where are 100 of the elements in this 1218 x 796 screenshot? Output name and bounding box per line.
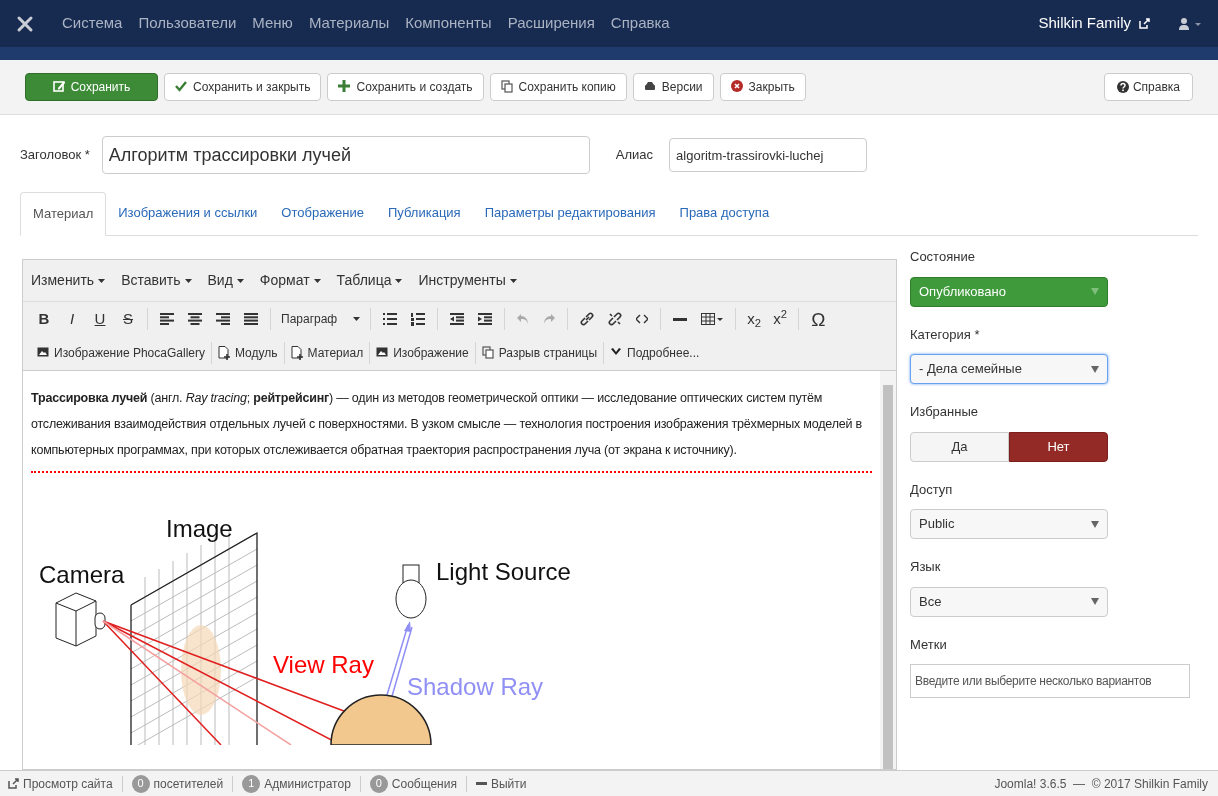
scrollbar[interactable] — [880, 371, 896, 769]
field-label: Метки — [910, 635, 948, 654]
bullet-list-icon[interactable] — [383, 313, 398, 325]
help-button[interactable]: Справка — [1103, 73, 1193, 101]
table-icon[interactable] — [701, 313, 724, 325]
editor-menu[interactable]: Таблица — [336, 270, 403, 291]
indent-icon[interactable] — [478, 313, 493, 325]
nav-menu-item[interactable]: Система — [62, 12, 123, 35]
format-button[interactable]: B — [31, 306, 57, 332]
caret-icon — [313, 278, 321, 283]
document-plus-icon — [217, 346, 230, 360]
field-label: Состояние — [910, 248, 976, 266]
external-link-icon — [1139, 18, 1150, 29]
tab[interactable]: Изображения и ссылки — [106, 191, 270, 235]
caret-icon — [1091, 365, 1099, 373]
picture-icon — [376, 346, 389, 360]
toggle-option[interactable]: Нет — [1009, 431, 1108, 462]
script-format-button[interactable]: x$_{2}$ — [742, 306, 767, 332]
edit-icon — [52, 80, 65, 94]
status-bar-link[interactable]: Просмотр сайта — [8, 774, 113, 793]
insert-button[interactable]: Материал — [284, 344, 370, 362]
dropdown[interactable]: - Дела семейные — [910, 354, 1108, 384]
alias-field[interactable]: algoritm-trassirovki-luchej — [669, 138, 868, 172]
status-bar-link[interactable]: 0 посетителей — [131, 774, 224, 793]
count-badge: 0 — [131, 774, 150, 793]
copy-icon — [481, 346, 494, 360]
editor-menu[interactable]: Формат — [259, 270, 321, 291]
link-icon[interactable] — [580, 312, 595, 326]
tags-field[interactable]: Введите или выберите несколько вариантов — [910, 664, 1190, 698]
user-icon[interactable] — [1178, 16, 1202, 31]
article-paragraph: Трассировка лучей (англ. Ray tracing; рейтрейсинг) — один из методов геометрической оптики — исследование оптических систем путём отслеживания взаимодействия отдельных лучей с поверхностями. В узком смысле — технология построения изображения трёхмерных моделей в компьютерных программах, при которых отслеживается обратная траектория распространения луча (от экрана к источнику). — [31, 390, 863, 459]
view-ray-label: View Ray — [273, 651, 374, 678]
nav-menu-item[interactable]: Расширения — [507, 12, 595, 35]
image-label: Image — [166, 515, 233, 542]
align-right-icon[interactable] — [216, 313, 230, 325]
toolbar-button[interactable]: Сохранить копию — [489, 73, 627, 101]
status-bar-link[interactable]: 1 Администратор — [242, 774, 351, 793]
editor-menu[interactable]: Вставить — [121, 270, 192, 291]
shadow-ray-label: Shadow Ray — [407, 673, 544, 700]
field-label: Категория * — [910, 325, 981, 344]
toolbar-button[interactable]: Версии — [632, 73, 714, 101]
insert-button[interactable]: Разрыв страницы — [475, 344, 604, 362]
editor-menu[interactable]: Изменить — [31, 270, 106, 291]
tab[interactable]: Отображение — [269, 191, 376, 235]
camera-label: Camera — [39, 561, 125, 588]
insert-button[interactable]: Изображение — [370, 344, 475, 362]
paragraph-format-dropdown[interactable]: Параграф — [277, 310, 365, 328]
special-character-button[interactable]: Ω — [805, 306, 832, 332]
status-bar-link[interactable]: Выйти — [475, 774, 527, 793]
insert-button[interactable]: Подробнее... — [604, 344, 706, 362]
caret-icon — [509, 278, 517, 283]
user-name-link[interactable]: Shilkin Family — [1038, 12, 1131, 35]
toolbar-button[interactable]: Закрыть — [719, 73, 806, 101]
help-icon — [1116, 81, 1129, 93]
dropdown[interactable]: Public — [910, 509, 1108, 539]
format-button[interactable]: I — [59, 306, 85, 332]
toggle-option[interactable]: Да — [910, 431, 1009, 462]
status-bar-link[interactable]: 0 Сообщения — [369, 774, 457, 793]
count-badge: 1 — [242, 774, 261, 793]
toolbar-button[interactable]: Сохранить и создать — [327, 73, 484, 101]
toolbar-button[interactable]: Сохранить — [25, 73, 158, 101]
script-format-button[interactable]: x$^{2}$ — [768, 306, 793, 332]
code-icon[interactable] — [636, 314, 649, 324]
align-center-icon[interactable] — [188, 313, 202, 325]
light-source-label: Light Source — [436, 558, 571, 585]
align-justify-icon[interactable] — [244, 313, 258, 325]
field-label: Язык — [910, 558, 942, 576]
dropdown[interactable]: Все — [910, 586, 1108, 617]
caret-icon — [236, 278, 244, 283]
caret-icon — [98, 278, 106, 283]
insert-button[interactable]: Изображение PhocaGallery — [31, 344, 211, 362]
format-button[interactable]: U — [87, 306, 113, 332]
nav-menu-item[interactable]: Меню — [252, 12, 293, 35]
nav-menu-item[interactable]: Компоненты — [405, 12, 492, 35]
numbered-list-icon[interactable] — [411, 312, 426, 326]
tab[interactable]: Публикация — [376, 191, 473, 235]
title-field[interactable]: Алгоритм трассировки лучей — [101, 136, 590, 174]
light-bulb-drawing — [395, 564, 427, 619]
nav-menu-item[interactable]: Пользователи — [138, 12, 237, 35]
outdent-icon[interactable] — [450, 313, 465, 325]
copyright-text: Joomla! 3.6.5 — © 2017 Shilkin Family — [994, 775, 1208, 793]
insert-button[interactable]: Модуль — [211, 344, 284, 362]
tab[interactable]: Параметры редактирования — [472, 191, 668, 235]
tab[interactable]: Права доступа — [667, 191, 782, 235]
tab[interactable]: Материал — [20, 192, 107, 236]
plus-icon — [338, 80, 351, 94]
caret-icon — [1091, 288, 1099, 295]
status-dropdown[interactable]: Опубликовано — [910, 276, 1108, 307]
format-button[interactable]: S — [115, 306, 141, 332]
unlink-icon[interactable] — [608, 312, 623, 326]
caret-icon — [395, 278, 403, 283]
nav-menu-item[interactable]: Справка — [610, 12, 670, 35]
caret-icon — [1091, 520, 1099, 528]
align-left-icon[interactable] — [160, 313, 174, 325]
title-label: Заголовок * — [20, 146, 90, 165]
editor-menu[interactable]: Инструменты — [418, 270, 517, 291]
toolbar-button[interactable]: Сохранить и закрыть — [164, 73, 322, 101]
nav-menu-item[interactable]: Материалы — [308, 12, 390, 35]
editor-menu[interactable]: Вид — [207, 270, 244, 291]
check-icon — [175, 80, 187, 94]
